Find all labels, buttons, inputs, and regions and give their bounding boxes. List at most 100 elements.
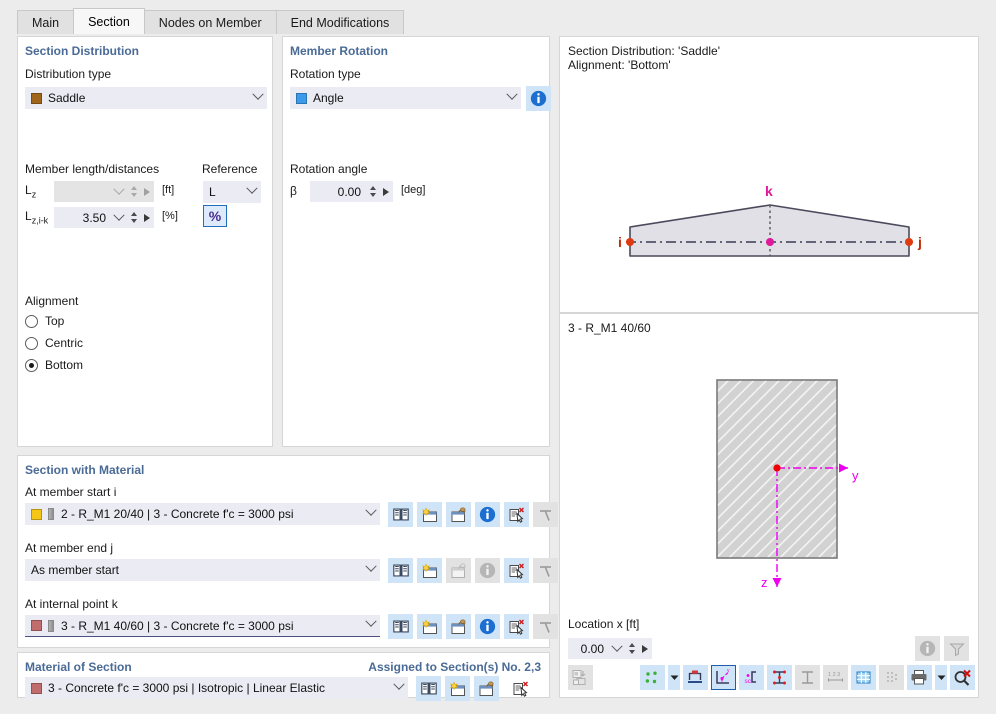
- shear-center-button[interactable]: sc: [739, 665, 764, 690]
- lzik-row-label: Lz,i-k: [25, 209, 48, 225]
- lz-stepper: [127, 181, 140, 202]
- beta-value: 0.00: [337, 184, 361, 199]
- chevron-down-icon[interactable]: [111, 209, 127, 225]
- lzik-unit: [%]: [162, 210, 178, 222]
- edit-section-icon-button[interactable]: [446, 502, 471, 527]
- pick-icon: [539, 509, 551, 521]
- radio-icon: [25, 314, 38, 328]
- pick-icon-button: [533, 614, 558, 639]
- alignment-option-centric[interactable]: Centric: [25, 336, 83, 350]
- saddle-diagram: i j k: [618, 183, 922, 257]
- chevron-down-icon[interactable]: [609, 640, 625, 656]
- material-buttons-left: [416, 676, 499, 701]
- rotation-type-info-button[interactable]: [526, 86, 551, 111]
- lzik-value: 3.50: [82, 210, 106, 225]
- nodes-display-dropdown[interactable]: [668, 665, 680, 690]
- rotation-angle-label: Rotation angle: [290, 162, 368, 176]
- at-member-start-combo[interactable]: 2 - R_M1 20/40 | 3 - Concrete f'c = 3000…: [25, 503, 380, 525]
- select-in-model-icon-button[interactable]: [504, 614, 529, 639]
- grid-button[interactable]: [851, 665, 876, 690]
- tab-label: Section: [88, 14, 130, 29]
- chevron-down-icon: [390, 678, 408, 694]
- library-icon-button[interactable]: [388, 502, 413, 527]
- at-internal-point-combo[interactable]: 3 - R_M1 40/60 | 3 - Concrete f'c = 3000…: [25, 615, 380, 637]
- rotation-type-combo[interactable]: Angle: [290, 87, 521, 109]
- section-color-swatch: [31, 508, 42, 520]
- preview-right-buttons: [915, 636, 969, 661]
- lzik-more-button[interactable]: [140, 211, 154, 225]
- dimensions-button[interactable]: [683, 665, 708, 690]
- print-button[interactable]: [907, 665, 932, 690]
- tab-main[interactable]: Main: [17, 10, 75, 34]
- location-x-stepper[interactable]: [625, 638, 638, 659]
- principal-axes-button[interactable]: y: [711, 665, 736, 690]
- pick-icon-button: [533, 558, 558, 583]
- distribution-type-label: Distribution type: [25, 67, 112, 81]
- panel-title: Section with Material: [25, 463, 145, 477]
- alignment-option-bottom[interactable]: Bottom: [25, 358, 83, 372]
- alignment-option-label: Bottom: [45, 358, 84, 372]
- select-in-model-icon-button[interactable]: [504, 502, 529, 527]
- new-section-icon-button[interactable]: [417, 614, 442, 639]
- chevron-down-icon: [362, 560, 380, 576]
- section-color-swatch: [31, 620, 42, 631]
- svg-text:y: y: [727, 669, 730, 674]
- new-material-icon-button[interactable]: [445, 676, 470, 701]
- alignment-option-top[interactable]: Top: [25, 314, 64, 328]
- tab-end-modifications[interactable]: End Modifications: [275, 10, 405, 34]
- edit-section-icon-button: [446, 558, 471, 583]
- stress-points-button[interactable]: [767, 665, 792, 690]
- at-internal-point-buttons: [388, 614, 558, 639]
- material-combo[interactable]: 3 - Concrete f'c = 3000 psi | Isotropic …: [25, 677, 408, 699]
- shear-center-icon: sc: [745, 671, 756, 685]
- at-member-end-value: As member start: [31, 563, 120, 577]
- section-info-button[interactable]: [475, 614, 500, 639]
- beta-stepper[interactable]: [366, 181, 379, 202]
- library-icon-button[interactable]: [388, 558, 413, 583]
- axis-label-z: z: [761, 575, 768, 590]
- reset-zoom-button[interactable]: [950, 665, 975, 690]
- tab-section[interactable]: Section: [73, 8, 145, 34]
- at-member-end-combo[interactable]: As member start: [25, 559, 380, 581]
- tab-nodes-on-member[interactable]: Nodes on Member: [143, 10, 277, 34]
- print-dropdown[interactable]: [935, 665, 947, 690]
- at-internal-point-label: At internal point k: [25, 597, 118, 611]
- edit-material-icon-button[interactable]: [474, 676, 499, 701]
- select-in-model-icon-button[interactable]: [504, 558, 529, 583]
- cross-section-preview[interactable]: 3 - R_M1 40/60 y z Location x [ft] 0.00: [559, 313, 979, 698]
- new-section-icon: [421, 618, 437, 634]
- alignment-label: Alignment: [25, 294, 79, 308]
- lzik-stepper[interactable]: [127, 207, 140, 228]
- distribution-type-combo[interactable]: Saddle: [25, 87, 267, 109]
- material-select-in-model-button[interactable]: [508, 676, 533, 701]
- new-section-icon-button[interactable]: [417, 502, 442, 527]
- library-icon: [392, 620, 409, 633]
- library-icon: [392, 508, 409, 521]
- panel-title: Member Rotation: [290, 44, 389, 58]
- percent-toggle-button[interactable]: %: [203, 205, 227, 227]
- section-info-button[interactable]: [475, 502, 500, 527]
- select-in-model-icon: [513, 680, 528, 697]
- material-value: 3 - Concrete f'c = 3000 psi | Isotropic …: [48, 681, 325, 695]
- at-member-start-label: At member start i: [25, 485, 117, 499]
- chevron-down-icon: [362, 504, 380, 520]
- new-material-icon: [449, 680, 465, 696]
- lzik-input[interactable]: 3.50: [54, 207, 154, 228]
- beta-more-button[interactable]: [379, 185, 393, 199]
- at-member-start-buttons: [388, 502, 558, 527]
- beta-input[interactable]: 0.00: [310, 181, 393, 202]
- new-section-icon-button[interactable]: [417, 558, 442, 583]
- edit-section-icon-button[interactable]: [446, 614, 471, 639]
- nodes-display-button[interactable]: [640, 665, 665, 690]
- chevron-down-icon: [362, 615, 380, 631]
- location-x-input[interactable]: 0.00: [568, 638, 652, 659]
- location-x-more-button[interactable]: [638, 642, 652, 656]
- library-icon-button[interactable]: [388, 614, 413, 639]
- library-icon-button[interactable]: [416, 676, 441, 701]
- radio-icon: [25, 358, 38, 372]
- section-outline-icon: [802, 671, 813, 684]
- chevron-down-icon: [937, 675, 945, 680]
- section-distribution-preview[interactable]: Section Distribution: 'Saddle' Alignment…: [559, 36, 979, 313]
- reference-combo[interactable]: L: [203, 181, 261, 203]
- member-length-label: Member length/distances: [25, 162, 160, 176]
